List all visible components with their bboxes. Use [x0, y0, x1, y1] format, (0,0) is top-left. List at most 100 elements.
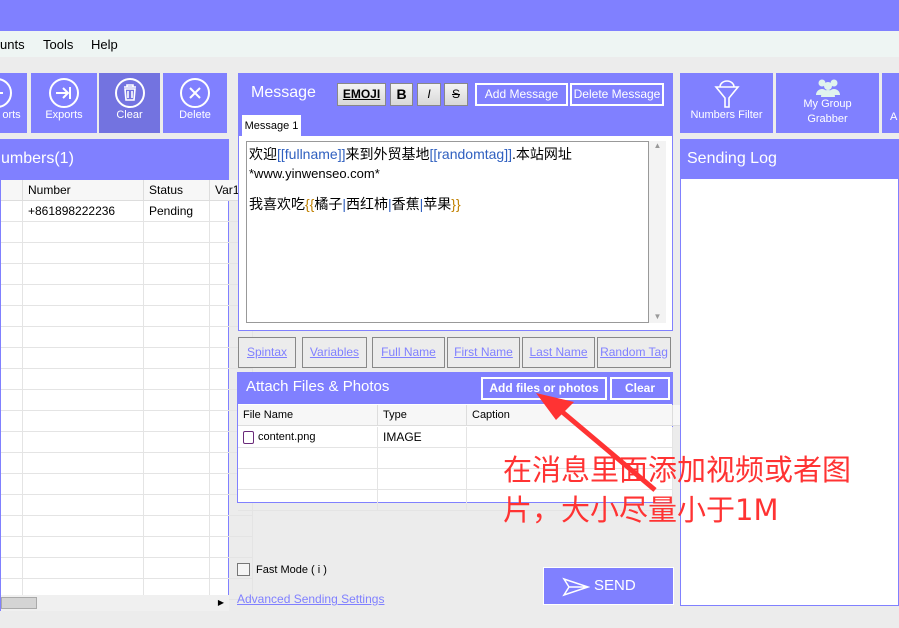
- horizontal-scrollbar[interactable]: ▶: [1, 595, 229, 611]
- text: 来到外贸基地: [345, 146, 430, 162]
- numbers-filter-button[interactable]: Numbers Filter: [680, 73, 773, 133]
- empty-row: [1, 369, 253, 390]
- column-header-number[interactable]: Number: [23, 180, 144, 201]
- annotation-line: 在消息里面添加视频或者图: [503, 453, 852, 487]
- text: 欢迎: [249, 146, 277, 162]
- empty-row: [1, 264, 253, 285]
- column-header-caption[interactable]: Caption: [467, 405, 673, 426]
- export-icon: [49, 78, 79, 108]
- cell-type: IMAGE: [378, 427, 467, 448]
- spintax-brace: }}: [451, 196, 461, 212]
- emoji-button[interactable]: EMOJI: [337, 83, 386, 106]
- tag-button[interactable]: Random Tag: [597, 337, 671, 368]
- text: .本站网址: [511, 146, 572, 162]
- cell-number: +861898222236: [23, 201, 144, 222]
- group-grabber-button[interactable]: My Group Grabber: [776, 73, 879, 133]
- italic-button[interactable]: I: [417, 83, 441, 106]
- message-title: Message: [251, 84, 316, 101]
- empty-row: [1, 495, 253, 516]
- sending-log-panel: Sending Log: [680, 139, 899, 606]
- empty-row: [1, 411, 253, 432]
- imports-button[interactable]: orts: [0, 73, 27, 133]
- partial-toolbar-button[interactable]: A: [882, 73, 899, 133]
- cell-file-name: content.png: [258, 431, 316, 443]
- close-circle-icon: [180, 78, 210, 108]
- clear-label: Clear: [116, 109, 143, 121]
- funnel-icon: [713, 80, 740, 108]
- vertical-scrollbar[interactable]: ▲ ▼: [649, 141, 666, 323]
- numbers-filter-label: Numbers Filter: [690, 109, 763, 121]
- numbers-panel: umbers(1) Number Status Var1 +8618982222…: [0, 139, 253, 611]
- column-header[interactable]: [1, 180, 23, 201]
- clear-button[interactable]: Clear: [99, 73, 160, 133]
- column-header-type[interactable]: Type: [378, 405, 467, 426]
- menu-accounts[interactable]: unts: [0, 37, 25, 52]
- spintax-option: 橘子: [314, 196, 343, 212]
- empty-row: [1, 537, 253, 558]
- empty-row: [1, 516, 253, 537]
- delete-button[interactable]: Delete: [163, 73, 227, 133]
- table-row[interactable]: +861898222236 Pending: [1, 201, 253, 222]
- spintax-option: 西红柿: [346, 196, 388, 212]
- add-message-button[interactable]: Add Message: [475, 83, 568, 106]
- fast-mode-checkbox[interactable]: [237, 563, 250, 576]
- text-url: *www.yinwenseo.com*: [249, 166, 380, 181]
- cell-status: Pending: [144, 201, 210, 222]
- paper-plane-icon: [562, 577, 590, 597]
- numbers-title: umbers(1): [1, 140, 229, 180]
- column-header-file-name[interactable]: File Name: [238, 405, 378, 426]
- tag-button[interactable]: Last Name: [522, 337, 595, 368]
- bold-button[interactable]: B: [390, 83, 413, 106]
- variable-randomtag: [[randomtag]]: [429, 146, 512, 162]
- exports-button[interactable]: Exports: [31, 73, 97, 133]
- import-icon: [0, 78, 12, 108]
- empty-row: [1, 348, 253, 369]
- empty-row: [1, 558, 253, 579]
- menu-help[interactable]: Help: [91, 37, 118, 52]
- tag-button[interactable]: First Name: [447, 337, 520, 368]
- send-button[interactable]: SEND: [543, 567, 674, 605]
- delete-message-button[interactable]: Delete Message: [570, 83, 664, 106]
- spintax-option: 香蕉: [391, 196, 420, 212]
- scroll-right-arrow-icon[interactable]: ▶: [218, 598, 224, 607]
- delete-label: Delete: [179, 109, 211, 121]
- sending-log-title: Sending Log: [681, 140, 899, 179]
- exports-label: Exports: [45, 109, 83, 121]
- clear-attachments-button[interactable]: Clear: [610, 377, 670, 400]
- empty-row: [1, 390, 253, 411]
- tag-button[interactable]: Full Name: [372, 337, 445, 368]
- strikethrough-button[interactable]: S: [444, 83, 468, 106]
- spintax-option: 苹果: [423, 196, 452, 212]
- cell: [1, 201, 23, 222]
- group-icon: [815, 79, 840, 97]
- menu-tools[interactable]: Tools: [43, 37, 73, 52]
- empty-row: [1, 327, 253, 348]
- tag-button[interactable]: Variables: [302, 337, 367, 368]
- table-row[interactable]: content.png IMAGE: [238, 427, 673, 448]
- annotation-text: 在消息里面添加视频或者图 片，大小尽量小于1M: [503, 450, 851, 530]
- tab-message-1[interactable]: Message 1: [242, 115, 301, 137]
- variable-fullname: [[fullname]]: [277, 146, 346, 162]
- numbers-rows: +861898222236 Pending: [1, 201, 253, 600]
- add-files-button[interactable]: Add files or photos: [481, 377, 607, 400]
- scrollbar-thumb[interactable]: [1, 597, 37, 609]
- message-textarea[interactable]: 欢迎[[fullname]]来到外贸基地[[randomtag]].本站网址 *…: [246, 141, 649, 323]
- text: 我喜欢吃: [249, 196, 305, 212]
- message-panel: Message EMOJI B I S Add Message Delete M…: [238, 73, 673, 331]
- annotation-line: 片，大小尽量小于1M: [503, 493, 779, 527]
- group-grabber-label: My Group Grabber: [803, 98, 852, 125]
- send-label: SEND: [594, 577, 636, 594]
- tag-button[interactable]: Spintax: [238, 337, 296, 368]
- empty-row: [1, 474, 253, 495]
- empty-row: [1, 306, 253, 327]
- empty-row: [1, 432, 253, 453]
- column-header-status[interactable]: Status: [144, 180, 210, 201]
- empty-row: [1, 285, 253, 306]
- menu-bar: unts Tools Help: [0, 31, 899, 57]
- empty-row: [1, 453, 253, 474]
- message-editor-frame: 欢迎[[fullname]]来到外贸基地[[randomtag]].本站网址 *…: [239, 136, 672, 330]
- advanced-sending-settings-link[interactable]: Advanced Sending Settings: [237, 592, 384, 606]
- spintax-brace: {{: [305, 196, 315, 212]
- title-bar: [0, 0, 899, 31]
- fast-mode-label: Fast Mode ( i ): [256, 564, 327, 576]
